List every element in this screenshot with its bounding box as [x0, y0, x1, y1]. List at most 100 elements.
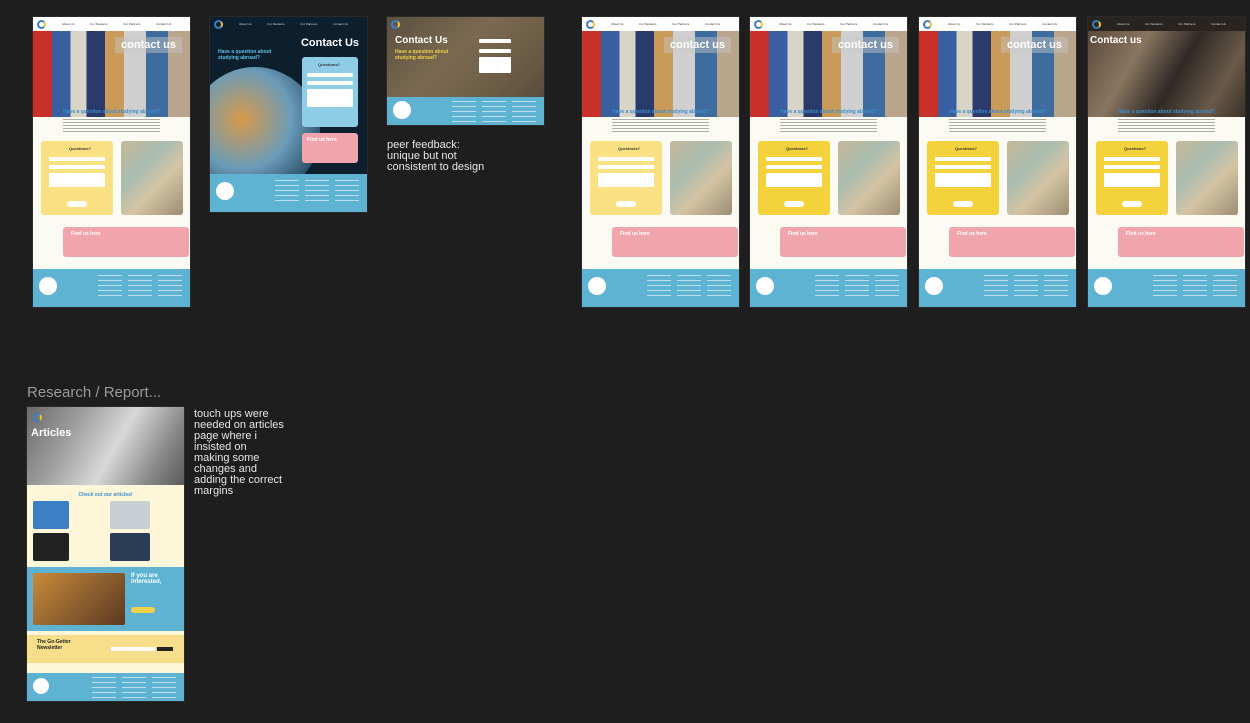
- map-photo: [121, 141, 183, 215]
- name-field[interactable]: [307, 73, 353, 77]
- intro-text: [612, 119, 709, 133]
- nav-link-about[interactable]: About Us: [611, 22, 623, 26]
- nav-link-about[interactable]: About Us: [779, 22, 791, 26]
- name-field[interactable]: [766, 157, 822, 161]
- question-heading: Have a question about studying abroad?: [780, 109, 877, 115]
- nav-link-partners[interactable]: For Partners: [1179, 22, 1196, 26]
- message-field[interactable]: [766, 173, 822, 187]
- question-form[interactable]: Questions?: [1096, 141, 1168, 215]
- nav-link-partners[interactable]: For Partners: [301, 22, 318, 26]
- form-title: Questions?: [318, 62, 341, 67]
- logo-icon: [586, 19, 595, 29]
- nav-link-about[interactable]: About Us: [1117, 22, 1129, 26]
- send-button[interactable]: [953, 201, 973, 207]
- send-button[interactable]: [67, 201, 87, 207]
- question-form[interactable]: Questions?: [927, 141, 999, 215]
- footer-logo-icon: [216, 182, 234, 200]
- send-button[interactable]: [784, 201, 804, 207]
- nav-link-contact[interactable]: Contact Us: [1211, 22, 1226, 26]
- nav-link-partners[interactable]: For Partners: [124, 22, 141, 26]
- nav-link-contact[interactable]: Contact Us: [156, 22, 171, 26]
- form-title: Questions?: [618, 146, 641, 151]
- nav-link-students[interactable]: For Students: [807, 22, 824, 26]
- newsletter-email-input[interactable]: [111, 647, 155, 651]
- footer: [27, 673, 184, 701]
- email-field[interactable]: [935, 165, 991, 169]
- nav-link-students[interactable]: For Students: [90, 22, 107, 26]
- footer-column: [152, 677, 176, 699]
- hero-title: contact us: [1000, 37, 1068, 53]
- message-field[interactable]: [479, 57, 511, 73]
- section-label[interactable]: Research / Report...: [27, 384, 161, 401]
- article-thumb[interactable]: [33, 533, 69, 561]
- frame-contact-c[interactable]: About Us For Students For Partners Conta…: [750, 17, 907, 307]
- footer-column: [815, 275, 839, 297]
- nav-link-students[interactable]: For Students: [976, 22, 993, 26]
- nav-link-contact[interactable]: Contact Us: [705, 22, 720, 26]
- footer-column: [677, 275, 701, 297]
- nav-link-partners[interactable]: For Partners: [1010, 22, 1027, 26]
- footer: [919, 269, 1076, 307]
- logo-icon: [391, 19, 400, 29]
- article-thumb[interactable]: [33, 501, 69, 529]
- name-field[interactable]: [49, 157, 105, 161]
- nav-link-about[interactable]: About Us: [948, 22, 960, 26]
- name-field[interactable]: [479, 39, 511, 43]
- frame-contact-d[interactable]: About Us For Students For Partners Conta…: [919, 17, 1076, 307]
- subscribe-button[interactable]: [157, 647, 173, 651]
- frame-contact-map[interactable]: Contact Us Have a question about studyin…: [387, 17, 544, 125]
- intro-text: [949, 119, 1046, 133]
- name-field[interactable]: [935, 157, 991, 161]
- frame-articles[interactable]: Articles Check out our articles! If you …: [27, 407, 184, 701]
- frame-contact-b[interactable]: About Us For Students For Partners Conta…: [582, 17, 739, 307]
- hero-title: contact us: [663, 37, 731, 53]
- nav-link-contact[interactable]: Contact Us: [1042, 22, 1057, 26]
- question-form[interactable]: Questions?: [758, 141, 830, 215]
- email-field[interactable]: [479, 49, 511, 53]
- message-field[interactable]: [935, 173, 991, 187]
- name-field[interactable]: [1104, 157, 1160, 161]
- nav-link-contact[interactable]: Contact Us: [333, 22, 348, 26]
- name-field[interactable]: [598, 157, 654, 161]
- nav-link-contact[interactable]: Contact Us: [873, 22, 888, 26]
- article-thumb[interactable]: [110, 533, 150, 561]
- footer-column: [158, 275, 182, 297]
- email-field[interactable]: [307, 81, 353, 85]
- send-button[interactable]: [1122, 201, 1142, 207]
- nav-link-students[interactable]: For Students: [267, 22, 284, 26]
- message-field[interactable]: [598, 173, 654, 187]
- hero-title: contact us: [831, 37, 899, 53]
- email-field[interactable]: [598, 165, 654, 169]
- footer-column: [1183, 275, 1207, 297]
- frame-contact-dark[interactable]: About Us For Students For Partners Conta…: [210, 17, 367, 212]
- footer: [750, 269, 907, 307]
- send-button[interactable]: [616, 201, 636, 207]
- footer: [1088, 269, 1245, 307]
- hero-title: Articles: [31, 427, 72, 439]
- interest-button[interactable]: [131, 607, 155, 613]
- nav-link-partners[interactable]: For Partners: [673, 22, 690, 26]
- nav-link-partners[interactable]: For Partners: [841, 22, 858, 26]
- nav-link-about[interactable]: About Us: [239, 22, 251, 26]
- message-field[interactable]: [307, 89, 353, 107]
- frame-contact-a[interactable]: About Us For Students For Partners Conta…: [33, 17, 190, 307]
- logo-icon: [1092, 19, 1101, 29]
- footer-logo-icon: [588, 277, 606, 295]
- email-field[interactable]: [766, 165, 822, 169]
- message-field[interactable]: [49, 173, 105, 187]
- footer: [387, 97, 544, 125]
- nav-link-students[interactable]: For Students: [639, 22, 656, 26]
- question-form[interactable]: Questions?: [302, 57, 358, 127]
- frame-contact-e[interactable]: About Us For Students For Partners Conta…: [1088, 17, 1245, 307]
- logo-icon: [923, 19, 932, 29]
- email-field[interactable]: [1104, 165, 1160, 169]
- question-form[interactable]: Questions?: [590, 141, 662, 215]
- nav-link-students[interactable]: For Students: [1145, 22, 1162, 26]
- question-form[interactable]: Questions?: [41, 141, 113, 215]
- nav-link-about[interactable]: About Us: [62, 22, 74, 26]
- footer-logo-icon: [33, 678, 49, 694]
- article-thumb[interactable]: [110, 501, 150, 529]
- message-field[interactable]: [1104, 173, 1160, 187]
- email-field[interactable]: [49, 165, 105, 169]
- find-us-box: Find us here: [302, 133, 358, 163]
